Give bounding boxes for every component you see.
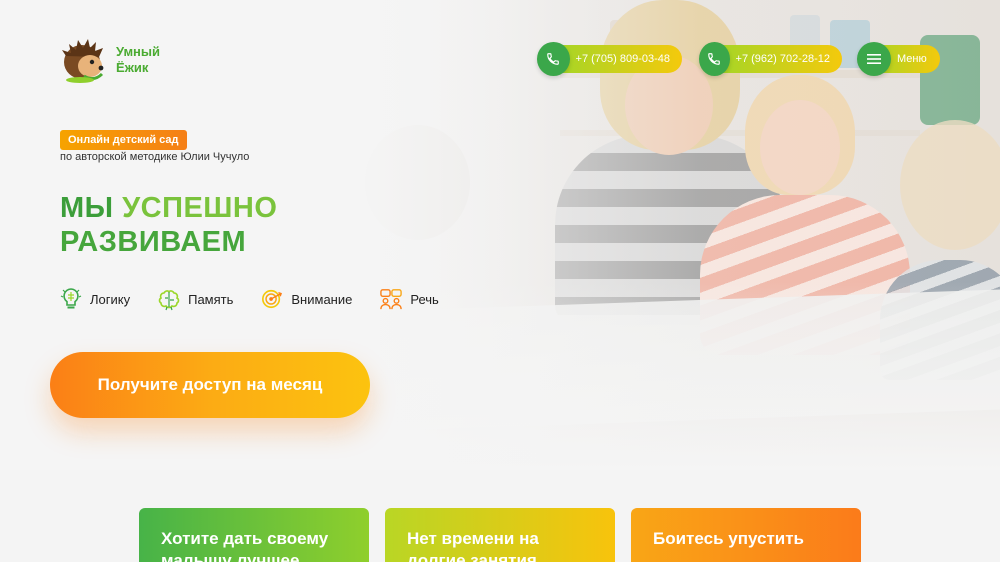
hedgehog-icon — [62, 39, 104, 83]
headline-word: МЫ — [60, 192, 114, 224]
target-icon — [262, 289, 283, 309]
headline-word: РАЗВИВАЕМ — [60, 226, 247, 258]
card-title-line: Хотите дать своему — [161, 529, 329, 548]
card-best-for-child[interactable]: Хотите дать своему малышу лучшее — [139, 508, 369, 562]
card-title-line: Нет времени на — [407, 529, 539, 548]
skill-logic: Логику — [60, 287, 130, 311]
hamburger-icon — [857, 42, 891, 76]
logo-line: Умный — [116, 44, 161, 59]
skill-label: Память — [188, 291, 234, 307]
skill-label: Логику — [90, 291, 131, 307]
card-title-line: долгие занятия — [407, 551, 537, 562]
phone-button-1[interactable]: +7 (705) 809-03-48 — [537, 42, 682, 76]
card-afraid-to-miss[interactable]: Боитесь упустить — [631, 508, 861, 562]
phone-icon — [537, 42, 570, 76]
skill-memory: Память — [158, 287, 233, 311]
hero-headline: МЫ УСПЕШНО РАЗВИВАЕМ — [60, 191, 277, 259]
skill-attention: Внимание — [261, 287, 352, 311]
skill-speech: Речь — [380, 287, 439, 311]
menu-button[interactable]: Меню — [857, 42, 940, 76]
lightbulb-brain-icon — [60, 288, 82, 309]
headline-word: УСПЕШНО — [122, 192, 278, 224]
skill-label: Внимание — [291, 291, 353, 307]
skills-list: Логику Память Внимание Речь — [60, 287, 467, 311]
logo[interactable]: Умный Ёжик — [62, 36, 176, 84]
menu-label: Меню — [897, 53, 927, 65]
logo-line: Ёжик — [116, 60, 149, 75]
online-kindergarten-badge: Онлайн детский сад — [60, 130, 187, 150]
phone-button-2[interactable]: +7 (962) 702-28-12 — [699, 42, 842, 76]
hero-subtitle: по авторской методике Юлии Чучуло — [60, 151, 250, 163]
speech-people-icon — [380, 289, 403, 310]
card-title-line: Боитесь упустить — [653, 529, 804, 548]
card-no-time[interactable]: Нет времени на долгие занятия — [385, 508, 615, 562]
brain-icon — [158, 290, 180, 311]
phone-number: +7 (705) 809-03-48 — [575, 53, 670, 65]
skill-label: Речь — [410, 291, 439, 307]
get-access-button[interactable]: Получите доступ на месяц — [50, 352, 370, 418]
logo-text: Умный Ёжик — [116, 44, 176, 76]
phone-number: +7 (962) 702-28-12 — [735, 53, 830, 65]
card-title-line: малышу лучшее — [161, 551, 300, 562]
phone-icon — [699, 42, 730, 76]
